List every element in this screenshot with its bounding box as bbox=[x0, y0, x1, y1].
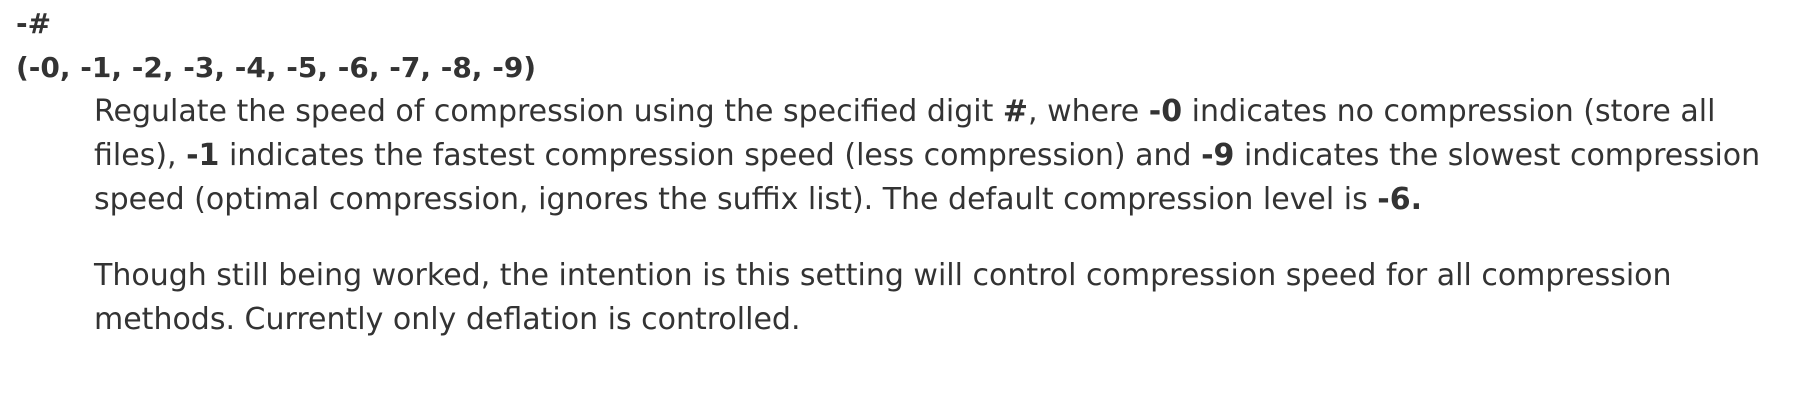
desc-bold-hash: # bbox=[1002, 94, 1029, 129]
option-variants: (-0, -1, -2, -3, -4, -5, -6, -7, -8, -9) bbox=[16, 51, 537, 84]
option-name: -# bbox=[16, 7, 52, 40]
desc-bold-six: -6. bbox=[1377, 182, 1422, 217]
desc-bold-one: -1 bbox=[186, 138, 220, 173]
desc-text-1: Regulate the speed of compression using … bbox=[94, 94, 1003, 129]
desc-text-2: , where bbox=[1028, 94, 1149, 129]
desc-bold-nine: -9 bbox=[1201, 138, 1235, 173]
description-paragraph-2: Though still being worked, the intention… bbox=[94, 258, 1672, 337]
description-paragraph-1: Regulate the speed of compression using … bbox=[94, 90, 1786, 222]
man-page-entry: -# (-0, -1, -2, -3, -4, -5, -6, -7, -8, … bbox=[0, 0, 1794, 402]
desc-bold-zero: -0 bbox=[1148, 94, 1183, 129]
option-description: Regulate the speed of compression using … bbox=[94, 90, 1786, 342]
desc-text-4: indicates the fastest compression speed … bbox=[219, 138, 1202, 173]
